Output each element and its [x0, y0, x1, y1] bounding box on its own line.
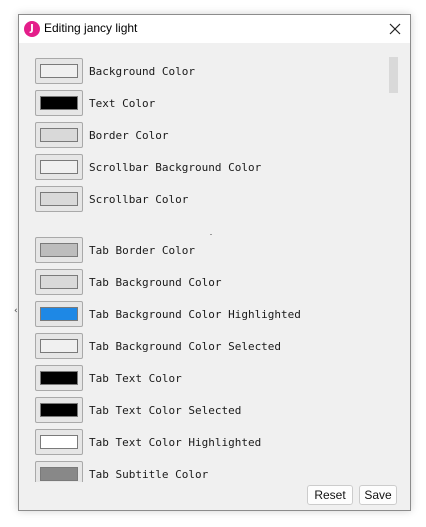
- color-swatch: [40, 339, 78, 353]
- color-setting-label: Tab Background Color: [89, 275, 222, 289]
- color-picker-button[interactable]: [35, 58, 83, 84]
- color-picker-button[interactable]: [35, 237, 83, 263]
- color-swatch: [40, 192, 78, 206]
- group-separator: [210, 234, 212, 235]
- color-setting-row: Border Color: [35, 121, 168, 149]
- color-setting-label: Tab Text Color: [89, 371, 182, 385]
- title-bar: J Editing jancy light: [19, 15, 410, 43]
- color-swatch: [40, 467, 78, 481]
- color-setting-row: Scrollbar Background Color: [35, 153, 261, 181]
- color-setting-row: Background Color: [35, 57, 195, 85]
- color-setting-row: Tab Text Color: [35, 364, 182, 392]
- dialog-title: Editing jancy light: [44, 21, 138, 35]
- color-setting-row: Tab Background Color Selected: [35, 332, 281, 360]
- color-picker-button[interactable]: [35, 186, 83, 212]
- color-picker-button[interactable]: [35, 154, 83, 180]
- color-swatch: [40, 403, 78, 417]
- close-button[interactable]: [380, 15, 410, 43]
- color-setting-row: Tab Subtitle Color: [35, 460, 208, 482]
- color-setting-label: Text Color: [89, 96, 156, 110]
- color-setting-label: Border Color: [89, 128, 169, 142]
- color-picker-button[interactable]: [35, 461, 83, 482]
- color-picker-button[interactable]: [35, 122, 83, 148]
- color-setting-label: Tab Subtitle Color: [89, 467, 209, 481]
- color-swatch: [40, 275, 78, 289]
- close-icon: [389, 23, 401, 35]
- color-setting-label: Scrollbar Background Color: [89, 160, 262, 174]
- color-swatch: [40, 128, 78, 142]
- color-setting-row: Scrollbar Color: [35, 185, 188, 213]
- edit-theme-dialog: J Editing jancy light Background Color Te…: [18, 14, 411, 511]
- color-picker-button[interactable]: [35, 397, 83, 423]
- app-logo-icon: J: [24, 21, 40, 37]
- color-swatch: [40, 96, 78, 110]
- color-setting-row: Text Color: [35, 89, 155, 117]
- color-setting-label: Tab Background Color Highlighted: [89, 307, 301, 321]
- color-swatch: [40, 371, 78, 385]
- dialog-content: Background Color Text Color Border Color Sc…: [19, 43, 410, 482]
- save-button[interactable]: Save: [359, 485, 397, 505]
- color-setting-row: Tab Text Color Selected: [35, 396, 241, 424]
- color-picker-button[interactable]: [35, 429, 83, 455]
- dialog-footer: Reset Save: [19, 482, 410, 510]
- color-setting-row: Tab Background Color Highlighted: [35, 300, 301, 328]
- color-setting-label: Scrollbar Color: [89, 192, 189, 206]
- color-swatch: [40, 64, 78, 78]
- color-picker-button[interactable]: [35, 301, 83, 327]
- color-picker-button[interactable]: [35, 365, 83, 391]
- color-setting-row: Tab Background Color: [35, 268, 221, 296]
- color-setting-label: Tab Text Color Selected: [89, 403, 242, 417]
- color-setting-row: Tab Border Color: [35, 236, 195, 264]
- color-settings-list: Background Color Text Color Border Color Sc…: [19, 43, 389, 482]
- reset-button[interactable]: Reset: [307, 485, 353, 505]
- color-swatch: [40, 435, 78, 449]
- color-picker-button[interactable]: [35, 333, 83, 359]
- color-swatch: [40, 160, 78, 174]
- color-picker-button[interactable]: [35, 269, 83, 295]
- color-swatch: [40, 307, 78, 321]
- color-picker-button[interactable]: [35, 90, 83, 116]
- color-setting-label: Tab Text Color Highlighted: [89, 435, 262, 449]
- color-setting-label: Tab Border Color: [89, 243, 195, 257]
- color-setting-row: Tab Text Color Highlighted: [35, 428, 261, 456]
- color-swatch: [40, 243, 78, 257]
- color-setting-label: Background Color: [89, 64, 195, 78]
- scrollbar-thumb[interactable]: [389, 57, 398, 93]
- color-setting-label: Tab Background Color Selected: [89, 339, 282, 353]
